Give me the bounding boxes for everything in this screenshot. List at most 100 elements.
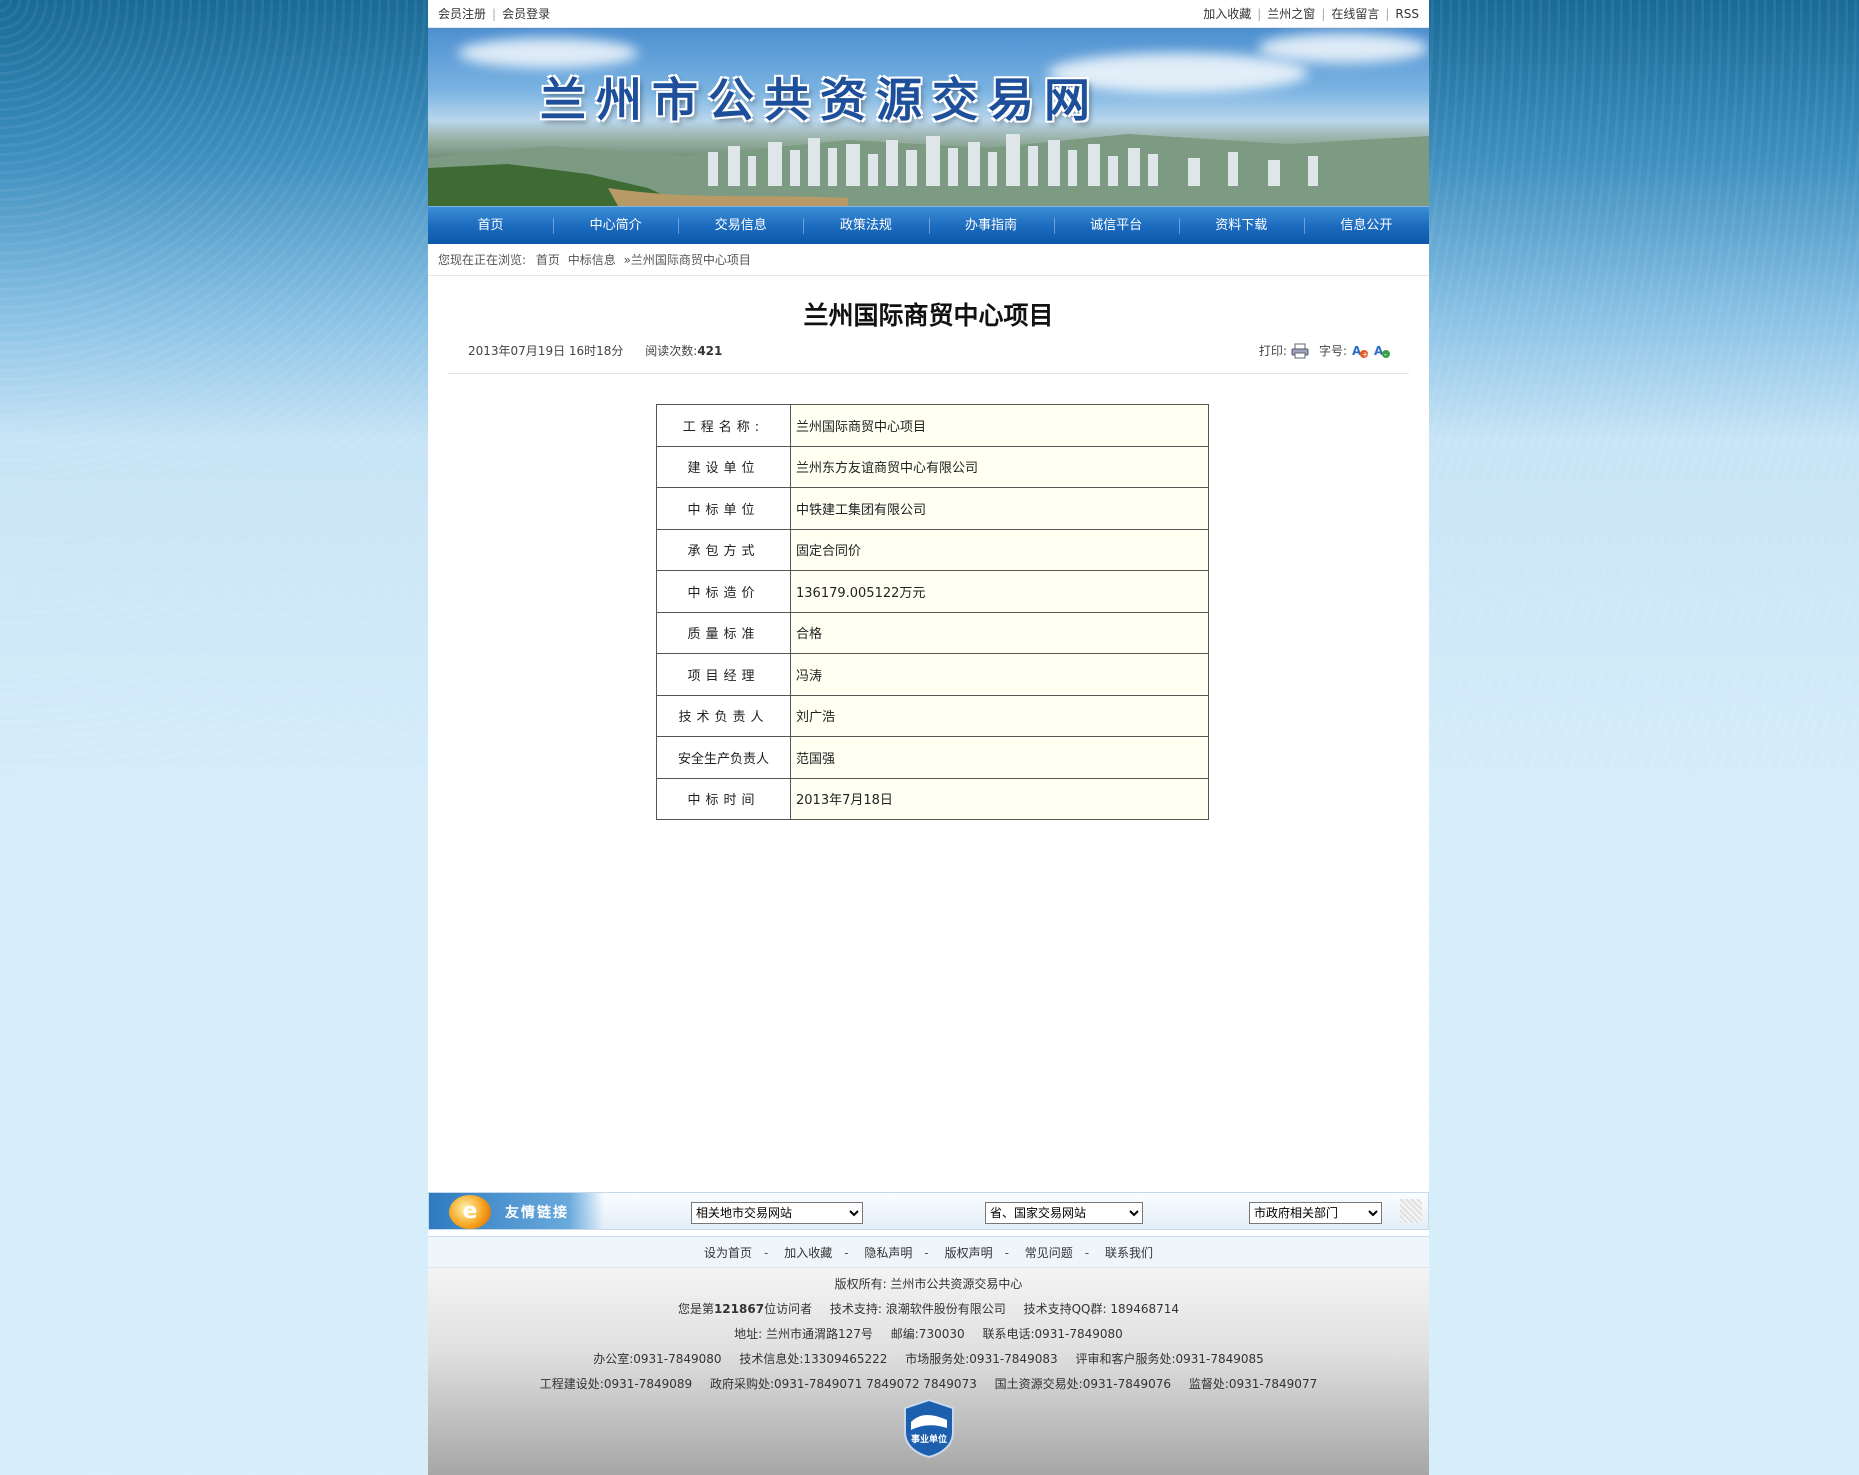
lanzhou-window-link[interactable]: 兰州之窗 [1261,5,1321,22]
footer-add-favorite-link[interactable]: 加入收藏 [784,1246,832,1260]
breadcrumb: 您现在正在浏览: 首页 中标信息 »兰州国际商贸中心项目 [428,244,1429,276]
field-label: 工程名称: [656,404,791,447]
breadcrumb-home[interactable]: 首页 [536,253,560,267]
footer-contacts-line-2: 工程建设处:0931-7849089 政府采购处:0931-7849071 78… [428,1372,1429,1397]
print-label: 打印: [1258,344,1287,358]
supervision-phone: 监督处:0931-7849077 [1188,1377,1318,1391]
review-phone: 评审和客户服务处:0931-7849085 [1075,1352,1264,1366]
field-label: 项目经理 [656,653,791,696]
footer-address-line: 地址: 兰州市通渭路127号 邮编:730030 联系电话:0931-78490… [428,1322,1429,1347]
add-favorite-link[interactable]: 加入收藏 [1197,5,1257,22]
postcode-text: 邮编:730030 [890,1327,965,1341]
field-value: 冯涛 [790,653,1209,696]
publish-date: 2013年07月19日 16时18分 [468,344,624,358]
nav-trade-info[interactable]: 交易信息 [678,207,803,245]
table-row: 中标造价 136179.005122万元 [656,570,1209,613]
table-row: 中标时间 2013年7月18日 [656,777,1209,820]
font-increase-icon[interactable]: A + [1351,343,1369,359]
svg-text:+: + [1362,350,1369,359]
article-meta: 2013年07月19日 16时18分 阅读次数:421 打印: 字号: A + A… [448,336,1409,374]
phone-text: 联系电话:0931-7849080 [982,1327,1123,1341]
e-logo-icon: e [449,1195,491,1229]
nav-credit[interactable]: 诚信平台 [1053,207,1179,245]
read-count: 421 [697,344,723,358]
table-row: 安全生产负责人 范国强 [656,736,1209,779]
city-skyline-image [428,134,1429,206]
header-banner: 兰州市公共资源交易网 [428,28,1429,206]
address-text: 地址: 兰州市通渭路127号 [734,1327,873,1341]
nav-downloads[interactable]: 资料下载 [1178,207,1304,245]
table-row: 建设单位 兰州东方友谊商贸中心有限公司 [656,445,1209,488]
font-decrease-icon[interactable]: A- [1373,343,1391,359]
field-value: 合格 [790,611,1209,654]
field-label: 中标单位 [656,487,791,530]
tech-support-text: 技术支持: 浪潮软件股份有限公司 [829,1302,1006,1316]
field-label: 安全生产负责人 [656,736,791,779]
province-sites-select[interactable]: 省、国家交易网站 [985,1202,1143,1224]
table-row: 项目经理 冯涛 [656,653,1209,696]
public-institution-emblem-icon[interactable]: 事业单位 [903,1398,955,1458]
visitor-count: 121867 [713,1302,765,1316]
office-phone: 办公室:0931-7849080 [593,1352,722,1366]
field-label: 中标造价 [656,570,791,613]
nav-home[interactable]: 首页 [428,207,553,245]
set-homepage-link[interactable]: 设为首页 [704,1246,752,1260]
visitor-text: 您是第121867位访问者 [677,1302,813,1316]
footer: 版权所有: 兰州市公共资源交易中心 您是第121867位访问者 技术支持: 浪潮… [428,1268,1429,1475]
breadcrumb-current: »兰州国际商贸中心项目 [623,253,751,267]
field-label: 质量标准 [656,611,791,654]
table-row: 承包方式 固定合同价 [656,528,1209,571]
read-count-label: 阅读次数: [645,344,698,358]
field-value: 兰州国际商贸中心项目 [790,404,1209,447]
field-value: 兰州东方友谊商贸中心有限公司 [790,445,1209,488]
copyright-link[interactable]: 版权声明 [945,1246,993,1260]
field-label: 建设单位 [656,445,791,488]
field-label: 中标时间 [656,777,791,820]
login-link[interactable]: 会员登录 [496,5,556,22]
city-sites-select[interactable]: 相关地市交易网站 [691,1202,863,1224]
nav-guide[interactable]: 办事指南 [928,207,1054,245]
svg-text:事业单位: 事业单位 [911,1433,947,1445]
breadcrumb-prefix: 您现在正在浏览: [438,253,527,267]
printer-icon[interactable] [1291,343,1309,359]
breadcrumb-section[interactable]: 中标信息 [568,253,616,267]
faq-link[interactable]: 常见问题 [1025,1246,1073,1260]
online-message-link[interactable]: 在线留言 [1325,5,1385,22]
field-value: 范国强 [790,736,1209,779]
register-link[interactable]: 会员注册 [432,5,492,22]
friendly-links-bar: e 友情链接 相关地市交易网站 省、国家交易网站 市政府相关部门 [428,1192,1429,1230]
table-row: 技术负责人 刘广浩 [656,694,1209,737]
gov-departments-select[interactable]: 市政府相关部门 [1249,1202,1382,1224]
privacy-link[interactable]: 隐私声明 [864,1246,912,1260]
field-value: 刘广浩 [790,694,1209,737]
field-value: 2013年7月18日 [790,777,1209,820]
table-row: 工程名称: 兰州国际商贸中心项目 [656,404,1209,447]
site-title: 兰州市公共资源交易网 [540,73,1100,127]
procurement-phone: 政府采购处:0931-7849071 7849072 7849073 [709,1377,977,1391]
grip-icon [1400,1199,1422,1223]
svg-text:-: - [1384,350,1387,359]
field-value: 固定合同价 [790,528,1209,571]
footer-support-line: 您是第121867位访问者 技术支持: 浪潮软件股份有限公司 技术支持QQ群: … [428,1297,1429,1322]
field-value: 中铁建工集团有限公司 [790,487,1209,530]
friendly-links-label: 友情链接 [505,1205,569,1221]
field-label: 承包方式 [656,528,791,571]
contact-link[interactable]: 联系我们 [1105,1246,1153,1260]
nav-policy[interactable]: 政策法规 [803,207,928,245]
footer-contacts-line-1: 办公室:0931-7849080 技术信息处:13309465222 市场服务处… [428,1347,1429,1372]
field-label: 技术负责人 [656,694,791,737]
land-phone: 国土资源交易处:0931-7849076 [994,1377,1172,1391]
tech-office-phone: 技术信息处:13309465222 [739,1352,888,1366]
field-value: 136179.005122万元 [790,570,1209,613]
friendly-links-badge: e 友情链接 [429,1193,604,1229]
qq-group-text: 技术支持QQ群: 189468714 [1023,1302,1180,1316]
page-container: 会员注册 | 会员登录 加入收藏 | 兰州之窗 | 在线留言 | RSS 兰州市… [428,0,1429,1475]
footer-copyright: 版权所有: 兰州市公共资源交易中心 [834,1277,1023,1291]
nav-disclosure[interactable]: 信息公开 [1303,207,1429,245]
rss-link[interactable]: RSS [1389,7,1425,21]
top-bar: 会员注册 | 会员登录 加入收藏 | 兰州之窗 | 在线留言 | RSS [428,0,1429,28]
table-row: 质量标准 合格 [656,611,1209,654]
nav-about[interactable]: 中心简介 [553,207,678,245]
project-info-table: 工程名称: 兰州国际商贸中心项目 建设单位 兰州东方友谊商贸中心有限公司 中标单位中… [656,404,1209,820]
article-title: 兰州国际商贸中心项目 [803,301,1054,330]
